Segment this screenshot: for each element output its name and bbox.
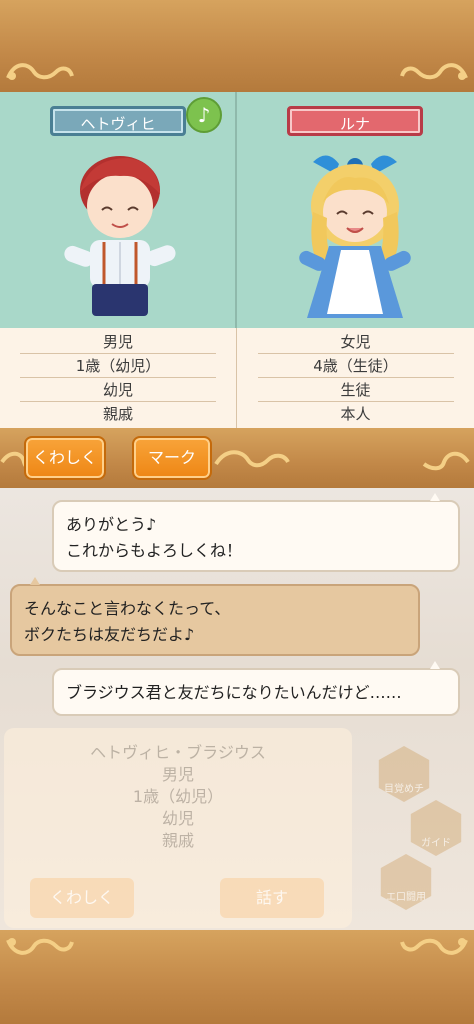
chat-line: そんなこと言わなくたって、 — [24, 599, 231, 618]
stage-value: 生徒 — [257, 378, 454, 402]
boy-avatar — [64, 156, 176, 316]
relation-value: 本人 — [340, 405, 371, 423]
chat-bubble-right: ブラジウス君と友だちになりたいんだけど…… — [52, 661, 460, 716]
background-info-line: 1歳（幼児） — [132, 787, 224, 806]
bubble-tail — [30, 577, 40, 585]
scroll-ornament-icon — [420, 448, 470, 474]
age-value: 4歳（生徒） — [257, 354, 454, 378]
background-full-name: ヘトヴィヒ・ブラジウス — [90, 743, 266, 762]
scroll-ornament-icon — [4, 58, 76, 84]
chat-area: ヘトヴィヒ・ブラジウス 男児 1歳（幼児） 幼児 親戚 くわしく 話す 目覚めチ… — [0, 488, 474, 930]
character-name-tag: ヘトヴィヒ — [50, 106, 186, 136]
background-character-card: ヘトヴィヒ・ブラジウス 男児 1歳（幼児） 幼児 親戚 くわしく 話す — [4, 728, 352, 928]
chat-line: ありがとう♪ — [66, 515, 157, 534]
character-info-right: 女児 4歳（生徒） 生徒 本人 — [237, 328, 474, 428]
side-menu-item: 目覚めチ — [378, 746, 430, 802]
relation-value: 親戚 — [102, 405, 133, 423]
chat-line: ブラジウス君と友だちになりたいんだけど…… — [66, 683, 402, 702]
bubble-tail — [430, 493, 440, 501]
background-info-line: 幼児 — [161, 809, 194, 828]
detail-button[interactable]: くわしく — [24, 436, 106, 480]
scroll-ornament-icon — [4, 934, 76, 960]
gender-value: 女児 — [257, 330, 454, 354]
chat-bubble-left: そんなこと言わなくたって、 ボクたちは友だちだよ♪ — [10, 577, 420, 656]
stage-value: 幼児 — [20, 378, 216, 402]
bubble-tail — [430, 661, 440, 669]
scroll-ornament-icon — [398, 58, 470, 84]
character-card-left[interactable]: ヘトヴィヒ ♪ — [0, 92, 237, 328]
side-menu-item: エ口闘用 — [380, 854, 432, 910]
age-value: 1歳（幼児） — [20, 354, 216, 378]
chat-line: これからもよろしくね！ — [66, 541, 243, 560]
scroll-ornament-icon — [398, 934, 470, 960]
character-card-right[interactable]: ルナ — [237, 92, 474, 328]
background-info-line: 男児 — [161, 765, 194, 784]
bottom-wood-frame — [0, 930, 474, 1024]
mark-button[interactable]: マーク — [132, 436, 212, 480]
girl-avatar — [299, 155, 411, 318]
top-wood-frame — [0, 0, 474, 92]
side-menu-item: ガイド — [410, 800, 462, 856]
character-info-left: 男児 1歳（幼児） 幼児 親戚 — [0, 328, 237, 428]
scroll-ornament-icon — [212, 446, 292, 472]
music-note-icon[interactable]: ♪ — [186, 97, 222, 133]
background-talk-button: 話す — [220, 878, 324, 918]
background-info-line: 親戚 — [161, 831, 194, 850]
gender-value: 男児 — [20, 330, 216, 354]
character-name-tag: ルナ — [287, 106, 423, 136]
background-detail-button: くわしく — [30, 878, 134, 918]
chat-bubble-right: ありがとう♪ これからもよろしくね！ — [52, 493, 460, 572]
character-compare-panel: ヘトヴィヒ ♪ ルナ 男児 1歳（幼児） 幼児 親戚 女児 4歳（生徒） 生徒 … — [0, 92, 474, 428]
chat-line: ボクたちは友だちだよ♪ — [24, 625, 195, 644]
